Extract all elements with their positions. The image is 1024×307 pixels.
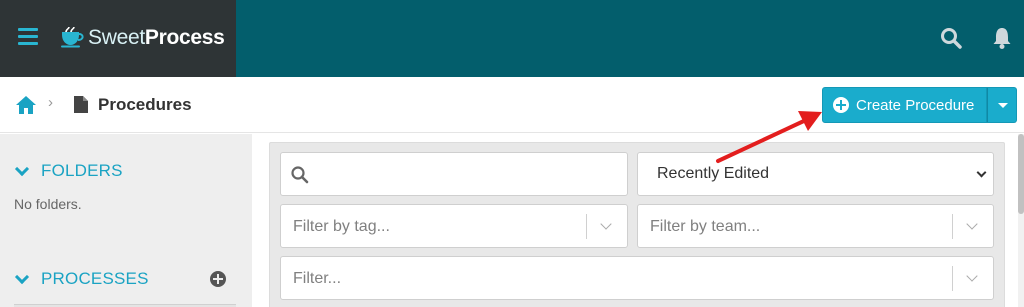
add-process-icon[interactable] <box>210 271 226 287</box>
chevron-down-icon <box>14 161 30 176</box>
folders-section-toggle[interactable]: FOLDERS <box>14 161 123 181</box>
teacup-logo-icon <box>61 26 84 48</box>
document-icon <box>74 96 88 113</box>
filter-panel: Recently Edited Filter by tag... Filter … <box>269 142 1005 307</box>
chevron-down-icon <box>600 218 612 230</box>
team-filter-placeholder: Filter by team... <box>650 218 761 235</box>
sidebar: FOLDERS No folders. PROCESSES <box>0 134 252 307</box>
app-root: SweetProcess › Procedures Create Procedu… <box>0 0 1024 307</box>
general-filter-placeholder: Filter... <box>293 270 342 287</box>
menu-icon[interactable] <box>18 28 38 46</box>
chevron-down-icon <box>976 167 987 178</box>
divider <box>952 266 953 291</box>
team-filter-select[interactable]: Filter by team... <box>637 204 994 248</box>
create-procedure-label: Create Procedure <box>856 96 975 114</box>
logo-text-thin: Sweet <box>88 26 145 49</box>
chevron-down-icon <box>14 269 30 284</box>
processes-section-toggle[interactable]: PROCESSES <box>14 269 149 289</box>
chevron-down-icon <box>966 270 978 282</box>
tag-filter-placeholder: Filter by tag... <box>293 218 390 235</box>
create-options-dropdown-toggle[interactable] <box>987 87 1017 123</box>
brand-area: SweetProcess <box>0 0 236 77</box>
page-title: Procedures <box>98 95 192 114</box>
processes-heading: PROCESSES <box>41 269 149 288</box>
folders-empty-text: No folders. <box>14 196 82 212</box>
breadcrumb-separator-icon: › <box>48 94 53 111</box>
divider <box>952 214 953 239</box>
top-navbar: SweetProcess <box>0 0 1024 77</box>
app-logo[interactable]: SweetProcess <box>88 26 225 50</box>
plus-circle-icon <box>833 97 849 113</box>
search-input[interactable] <box>280 152 628 196</box>
folders-heading: FOLDERS <box>41 161 123 180</box>
bell-icon[interactable] <box>992 26 1012 50</box>
divider <box>586 214 587 239</box>
sort-select-value: Recently Edited <box>657 165 770 182</box>
tag-filter-select[interactable]: Filter by tag... <box>280 204 628 248</box>
scrollbar-thumb[interactable] <box>1018 134 1024 214</box>
chevron-down-icon <box>966 218 978 230</box>
sort-select[interactable]: Recently Edited <box>637 152 994 196</box>
breadcrumb-bar: › Procedures Create Procedure <box>0 77 1024 133</box>
search-icon <box>291 166 309 184</box>
home-icon[interactable] <box>15 95 37 115</box>
search-icon[interactable] <box>940 27 962 49</box>
create-procedure-button[interactable]: Create Procedure <box>822 87 987 123</box>
general-filter-select[interactable]: Filter... <box>280 256 994 300</box>
logo-text-bold: Process <box>144 26 225 49</box>
